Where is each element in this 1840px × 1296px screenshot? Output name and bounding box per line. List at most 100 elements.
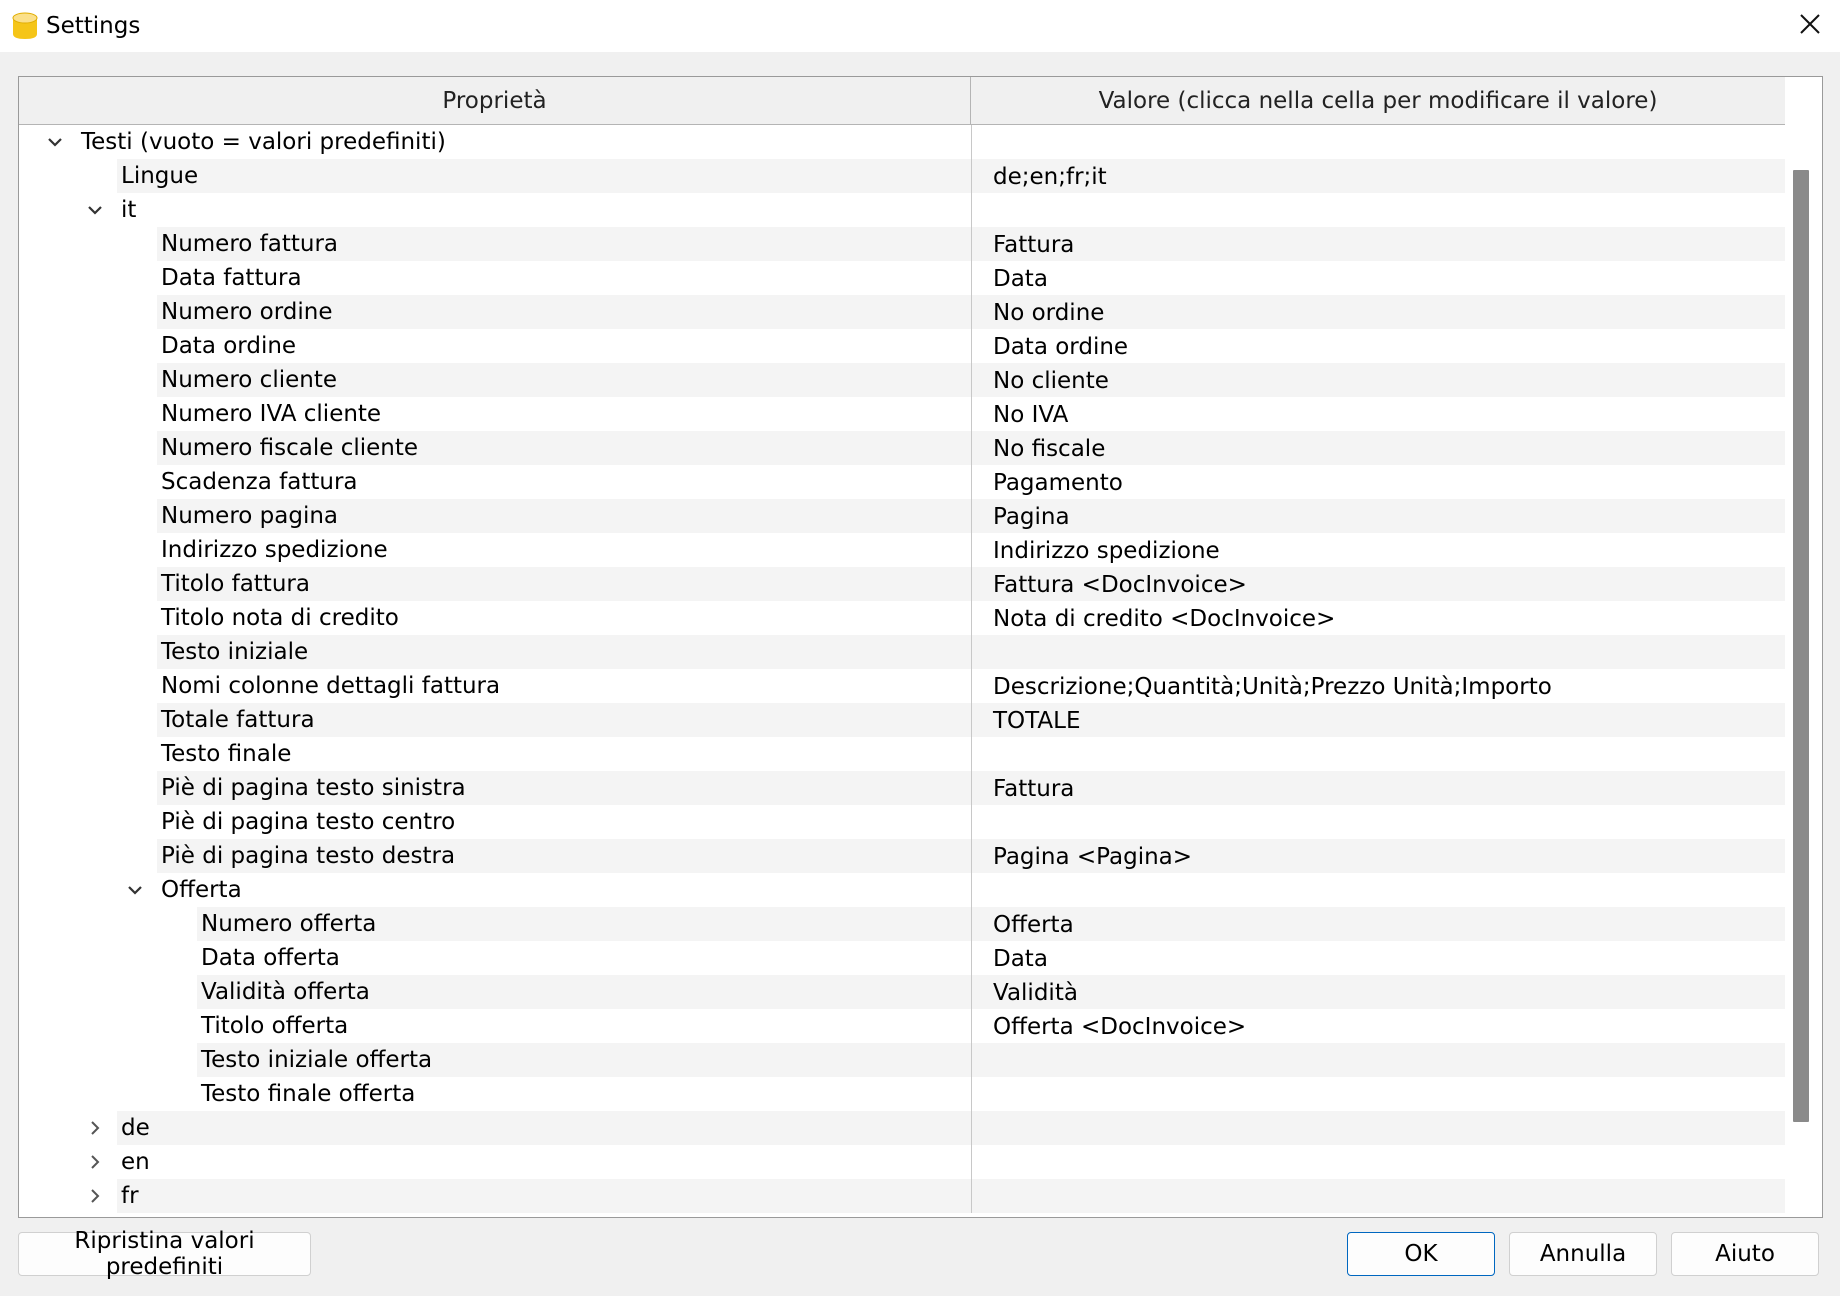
value-cell[interactable] xyxy=(971,737,1785,771)
property-label: Titolo offerta xyxy=(201,1013,349,1039)
value-cell[interactable] xyxy=(971,193,1785,227)
value-cell[interactable] xyxy=(971,975,1785,1009)
property-value[interactable]: Pagina xyxy=(993,499,1070,533)
ok-button[interactable]: OK xyxy=(1347,1232,1495,1276)
property-value[interactable]: No IVA xyxy=(993,397,1068,431)
property-value[interactable]: Offerta <DocInvoice> xyxy=(993,1009,1246,1043)
table-row[interactable]: Numero cliente No cliente xyxy=(19,363,1785,397)
chevron-right-icon[interactable] xyxy=(81,1179,109,1213)
value-cell[interactable] xyxy=(971,907,1785,941)
property-label: Offerta xyxy=(161,877,242,903)
value-cell[interactable] xyxy=(971,805,1785,839)
value-cell[interactable] xyxy=(971,703,1785,737)
table-row[interactable]: Offerta xyxy=(19,873,1785,907)
chevron-right-icon[interactable] xyxy=(81,1111,109,1145)
table-row[interactable]: Titolo offerta Offerta <DocInvoice> xyxy=(19,1009,1785,1043)
table-row[interactable]: Numero fattura Fattura xyxy=(19,227,1785,261)
property-value[interactable]: de;en;fr;it xyxy=(993,159,1107,193)
value-cell[interactable] xyxy=(971,1145,1785,1179)
property-cell[interactable] xyxy=(19,1111,971,1145)
property-cell[interactable] xyxy=(19,1179,971,1213)
table-row[interactable]: Testi (vuoto = valori predefiniti) xyxy=(19,125,1785,159)
value-cell[interactable] xyxy=(971,1043,1785,1077)
chevron-down-icon[interactable] xyxy=(41,125,69,159)
table-row[interactable]: Numero offerta Offerta xyxy=(19,907,1785,941)
table-row[interactable]: Numero ordine No ordine xyxy=(19,295,1785,329)
table-row[interactable]: Data ordine Data ordine xyxy=(19,329,1785,363)
property-value[interactable]: Data ordine xyxy=(993,329,1128,363)
table-row[interactable]: Lingue de;en;fr;it xyxy=(19,159,1785,193)
value-cell[interactable] xyxy=(971,1179,1785,1213)
table-row[interactable]: Testo iniziale offerta xyxy=(19,1043,1785,1077)
property-label: it xyxy=(121,197,137,223)
table-row[interactable]: Piè di pagina testo centro xyxy=(19,805,1785,839)
table-row[interactable]: Testo finale xyxy=(19,737,1785,771)
table-row[interactable]: Titolo fattura Fattura <DocInvoice> xyxy=(19,567,1785,601)
table-row[interactable]: Data fattura Data xyxy=(19,261,1785,295)
value-cell[interactable] xyxy=(971,635,1785,669)
property-value[interactable]: Fattura xyxy=(993,771,1074,805)
table-row[interactable]: Titolo nota di credito Nota di credito <D… xyxy=(19,601,1785,635)
property-value[interactable]: Data xyxy=(993,261,1048,295)
table-row[interactable]: Numero fiscale cliente No fiscale xyxy=(19,431,1785,465)
cancel-button[interactable]: Annulla xyxy=(1509,1232,1657,1276)
column-header-value[interactable]: Valore (clicca nella cella per modificar… xyxy=(971,77,1785,125)
table-row[interactable]: Validità offerta Validità xyxy=(19,975,1785,1009)
property-value[interactable]: Offerta xyxy=(993,907,1074,941)
property-value[interactable]: Data xyxy=(993,941,1048,975)
value-cell[interactable] xyxy=(971,771,1785,805)
property-value[interactable]: Descrizione;Quantità;Unità;Prezzo Unità;… xyxy=(993,669,1552,703)
property-cell[interactable] xyxy=(19,193,971,227)
property-value[interactable]: TOTALE xyxy=(993,703,1081,737)
property-cell[interactable] xyxy=(19,1009,971,1043)
value-cell[interactable] xyxy=(971,941,1785,975)
table-row[interactable]: en xyxy=(19,1145,1785,1179)
table-row[interactable]: Numero IVA cliente No IVA xyxy=(19,397,1785,431)
value-cell[interactable] xyxy=(971,397,1785,431)
table-row[interactable]: Data offerta Data xyxy=(19,941,1785,975)
property-value[interactable]: Pagamento xyxy=(993,465,1123,499)
column-header-property[interactable]: Proprietà xyxy=(19,77,971,125)
property-value[interactable]: No fiscale xyxy=(993,431,1105,465)
table-row[interactable]: Piè di pagina testo destra Pagina <Pagina… xyxy=(19,839,1785,873)
table-row[interactable]: Piè di pagina testo sinistra Fattura xyxy=(19,771,1785,805)
property-value[interactable]: Fattura <DocInvoice> xyxy=(993,567,1247,601)
property-value[interactable]: No ordine xyxy=(993,295,1104,329)
property-cell[interactable] xyxy=(19,941,971,975)
table-row[interactable]: fr xyxy=(19,1179,1785,1213)
property-value[interactable]: Indirizzo spedizione xyxy=(993,533,1220,567)
help-button[interactable]: Aiuto xyxy=(1671,1232,1819,1276)
property-cell[interactable] xyxy=(19,1145,971,1179)
property-cell[interactable] xyxy=(19,1077,971,1111)
property-cell[interactable] xyxy=(19,1043,971,1077)
property-cell[interactable] xyxy=(19,907,971,941)
scrollbar-thumb[interactable] xyxy=(1793,170,1809,1122)
value-cell[interactable] xyxy=(971,1077,1785,1111)
restore-defaults-button[interactable]: Ripristina valori predefiniti xyxy=(18,1228,311,1280)
close-button[interactable] xyxy=(1780,0,1840,52)
table-row[interactable]: Totale fattura TOTALE xyxy=(19,703,1785,737)
table-row[interactable]: it xyxy=(19,193,1785,227)
table-row[interactable]: Testo iniziale xyxy=(19,635,1785,669)
table-row[interactable]: Indirizzo spedizione Indirizzo spedizione xyxy=(19,533,1785,567)
property-value[interactable]: Fattura xyxy=(993,227,1074,261)
table-row[interactable]: Scadenza fattura Pagamento xyxy=(19,465,1785,499)
property-value[interactable]: Pagina <Pagina> xyxy=(993,839,1192,873)
chevron-right-icon[interactable] xyxy=(81,1145,109,1179)
value-cell[interactable] xyxy=(971,499,1785,533)
value-cell[interactable] xyxy=(971,873,1785,907)
property-cell[interactable] xyxy=(19,975,971,1009)
chevron-down-icon[interactable] xyxy=(121,873,149,907)
table-row[interactable]: Nomi colonne dettagli fattura Descrizione… xyxy=(19,669,1785,703)
property-value[interactable]: Nota di credito <DocInvoice> xyxy=(993,601,1335,635)
table-row[interactable]: Numero pagina Pagina xyxy=(19,499,1785,533)
property-value[interactable]: No cliente xyxy=(993,363,1109,397)
value-cell[interactable] xyxy=(971,261,1785,295)
chevron-down-icon[interactable] xyxy=(81,193,109,227)
value-cell[interactable] xyxy=(971,1111,1785,1145)
value-cell[interactable] xyxy=(971,227,1785,261)
property-value[interactable]: Validità xyxy=(993,975,1078,1009)
table-row[interactable]: de xyxy=(19,1111,1785,1145)
value-cell[interactable] xyxy=(971,125,1785,159)
table-row[interactable]: Testo finale offerta xyxy=(19,1077,1785,1111)
